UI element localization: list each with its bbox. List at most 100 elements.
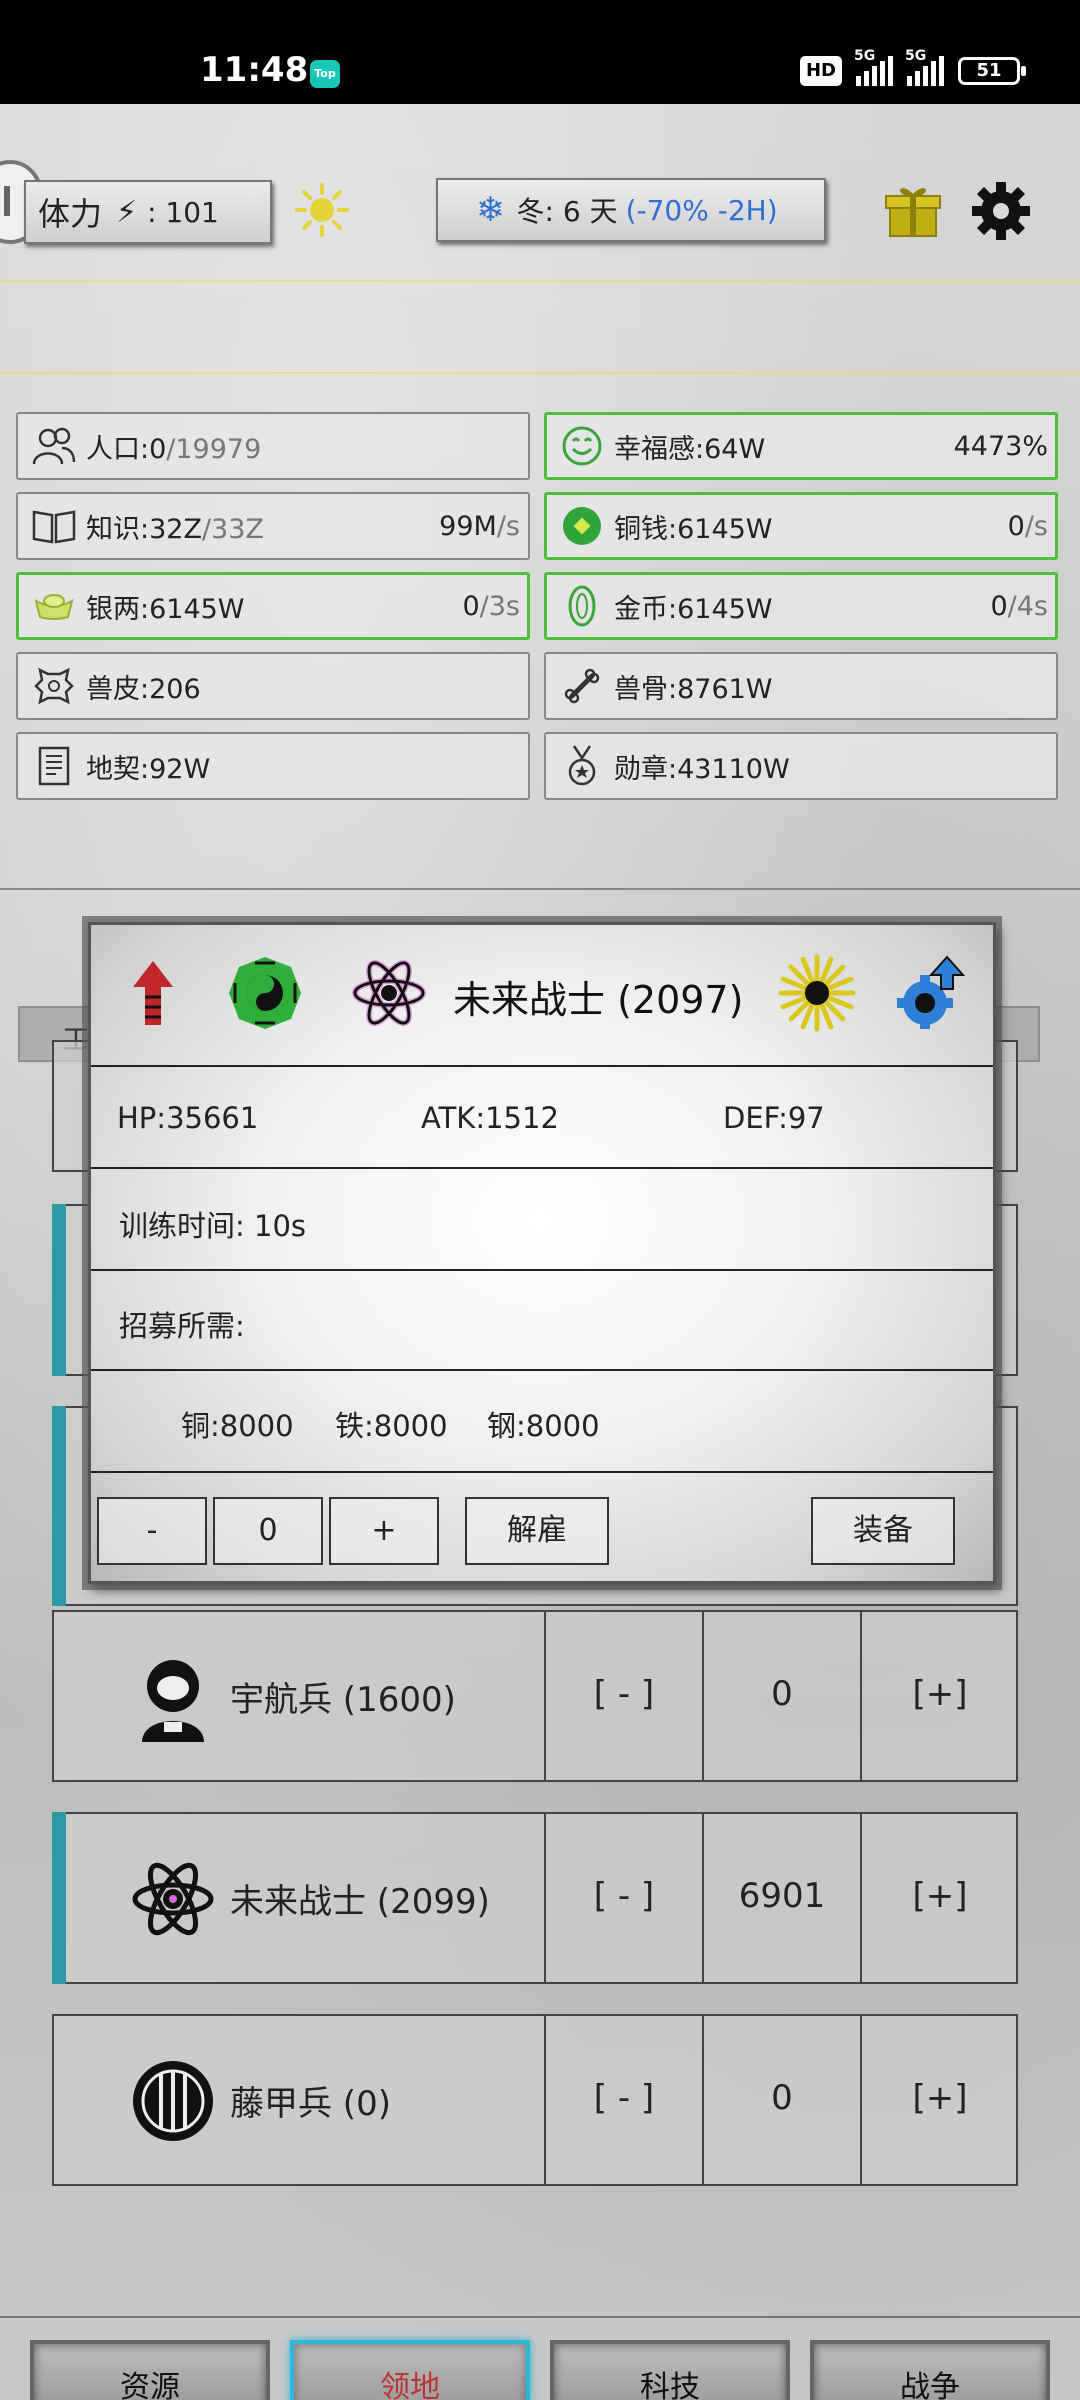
sun-icon[interactable] <box>294 182 350 238</box>
divider <box>91 1065 993 1067</box>
divider <box>91 1269 993 1271</box>
quantity-increase-button[interactable]: + <box>329 1497 439 1565</box>
divider <box>91 1167 993 1169</box>
resource-value: 人口:0 <box>86 433 167 465</box>
lightning-icon: ⚡ <box>116 194 138 230</box>
resource-rate: 0 <box>462 590 480 622</box>
atom-flower-icon[interactable] <box>349 953 429 1033</box>
selected-indicator <box>52 1812 66 1984</box>
dismiss-button[interactable]: 解雇 <box>465 1497 609 1565</box>
hd-icon: HD <box>799 56 842 86</box>
resource-rate-unit: /3s <box>479 590 520 622</box>
upgrade-arrow-icon[interactable] <box>113 953 193 1033</box>
resource-value: 勋章:43110W <box>614 753 790 785</box>
nav-war[interactable]: 战争 <box>810 2340 1050 2400</box>
unit-row[interactable]: 宇航兵 (1600) [ - ] 0 [+] <box>52 1610 1018 1782</box>
season-modifier: (-70% -2H) <box>625 193 778 227</box>
gift-icon[interactable] <box>884 182 942 240</box>
book-icon <box>30 502 78 550</box>
status-indicators: HD 5G 5G 51 <box>799 48 1026 86</box>
quantity-input[interactable]: 0 <box>213 1497 323 1565</box>
resource-rate: 0 <box>1007 510 1025 542</box>
bottom-nav: 资源 领地 科技 战争 <box>0 2316 1080 2400</box>
unit-count: 0 <box>702 1610 860 1782</box>
stamina-panel: 体力 ⚡ : 101 <box>24 180 272 244</box>
resource-rate-unit: /s <box>496 510 520 542</box>
equip-button[interactable]: 装备 <box>811 1497 955 1565</box>
resource-copper: 铜钱:6145W 0/s <box>544 492 1058 560</box>
bagua-icon[interactable] <box>225 953 305 1033</box>
resource-value: 幸福感:64W <box>614 433 766 465</box>
unit-row[interactable]: 藤甲兵 (0) [ - ] 0 [+] <box>52 2014 1018 2186</box>
increase-button[interactable]: [+] <box>860 1812 1018 1984</box>
def-stat: DEF:97 <box>723 1101 825 1135</box>
decrease-button[interactable]: [ - ] <box>544 1610 702 1782</box>
nav-resources[interactable]: 资源 <box>30 2340 270 2400</box>
gear-upgrade-icon[interactable] <box>889 953 969 1033</box>
unit-name: 未来战士 (2099) <box>230 1882 490 1922</box>
stamina-value: : 101 <box>147 195 219 229</box>
resource-value: 兽皮:206 <box>86 673 201 705</box>
unit-name: 藤甲兵 (0) <box>230 2084 391 2124</box>
divider <box>0 372 1080 374</box>
dialog-header: 未来战士 (2097) <box>91 925 993 1065</box>
resource-happiness: 幸福感:64W 4473% <box>544 412 1058 480</box>
nav-technology[interactable]: 科技 <box>550 2340 790 2400</box>
decrease-button[interactable]: [ - ] <box>544 1812 702 1984</box>
resource-deed: 地契:92W <box>16 732 530 800</box>
resource-gold: 金币:6145W 0/4s <box>544 572 1058 640</box>
smile-icon <box>558 422 606 470</box>
bone-icon <box>558 662 606 710</box>
resource-hide: 兽皮:206 <box>16 652 530 720</box>
network-label: 5G <box>854 48 876 64</box>
sunburst-icon[interactable] <box>777 953 857 1033</box>
resource-total: /33Z <box>201 513 264 545</box>
cost-copper: 铜:8000 <box>181 1409 294 1443</box>
unit-count: 6901 <box>702 1812 860 1984</box>
recruit-label: 招募所需: <box>119 1309 245 1343</box>
network-label-2: 5G <box>905 48 927 64</box>
increase-button[interactable]: [+] <box>860 2014 1018 2186</box>
gold-coin-icon <box>558 582 606 630</box>
unit-name: 宇航兵 (1600) <box>230 1680 456 1720</box>
resource-value: 铜钱:6145W <box>614 513 773 545</box>
dialog-title: 未来战士 (2097) <box>453 978 744 1022</box>
astronaut-icon <box>142 1660 204 1742</box>
atom-flower-icon <box>132 1862 214 1936</box>
hp-stat: HP:35661 <box>117 1101 259 1135</box>
increase-button[interactable]: [+] <box>860 1610 1018 1782</box>
unit-detail-dialog: 未来战士 (2097) HP:35661 ATK:1512 DEF:97 训练时… <box>88 922 996 1584</box>
unit-count: 0 <box>702 2014 860 2186</box>
status-bar: 11:48 Top HD 5G 5G 51 <box>0 0 1080 104</box>
resource-rate: 99M <box>439 510 497 542</box>
resource-rate: 0 <box>990 590 1008 622</box>
gear-icon[interactable] <box>970 180 1032 242</box>
resource-value: 银两:6145W <box>86 593 245 625</box>
quantity-decrease-button[interactable]: - <box>97 1497 207 1565</box>
nav-territory[interactable]: 领地 <box>290 2340 530 2400</box>
divider <box>91 1471 993 1473</box>
cost-iron: 铁:8000 <box>335 1409 448 1443</box>
unit-row[interactable]: 未来战士 (2099) [ - ] 6901 [+] <box>52 1812 1018 1984</box>
silver-ingot-icon <box>30 582 78 630</box>
resource-rate: 4473% <box>953 430 1048 462</box>
resource-value: 知识:32Z <box>86 513 202 545</box>
training-time: 训练时间: 10s <box>119 1209 306 1243</box>
copper-coin-icon <box>558 502 606 550</box>
resource-value: 金币:6145W <box>614 593 773 625</box>
resource-silver: 银两:6145W 0/3s <box>16 572 530 640</box>
snowflake-icon: ❄ <box>476 190 505 230</box>
season-panel: ❄ 冬: 6 天 (-70% -2H) <box>436 178 826 242</box>
stamina-label: 体力 <box>38 195 103 233</box>
hide-icon <box>30 662 78 710</box>
app-badge-icon: Top <box>310 60 340 88</box>
decrease-button[interactable]: [ - ] <box>544 2014 702 2186</box>
cost-steel: 钢:8000 <box>487 1409 600 1443</box>
resource-value: 地契:92W <box>86 753 211 785</box>
signal-icon: 5G <box>854 48 893 86</box>
season-label: 冬: 6 天 <box>516 195 618 228</box>
signal-icon-2: 5G <box>905 48 944 86</box>
deed-icon <box>30 742 78 790</box>
resource-rate-unit: /s <box>1024 510 1048 542</box>
resource-medal: 勋章:43110W <box>544 732 1058 800</box>
